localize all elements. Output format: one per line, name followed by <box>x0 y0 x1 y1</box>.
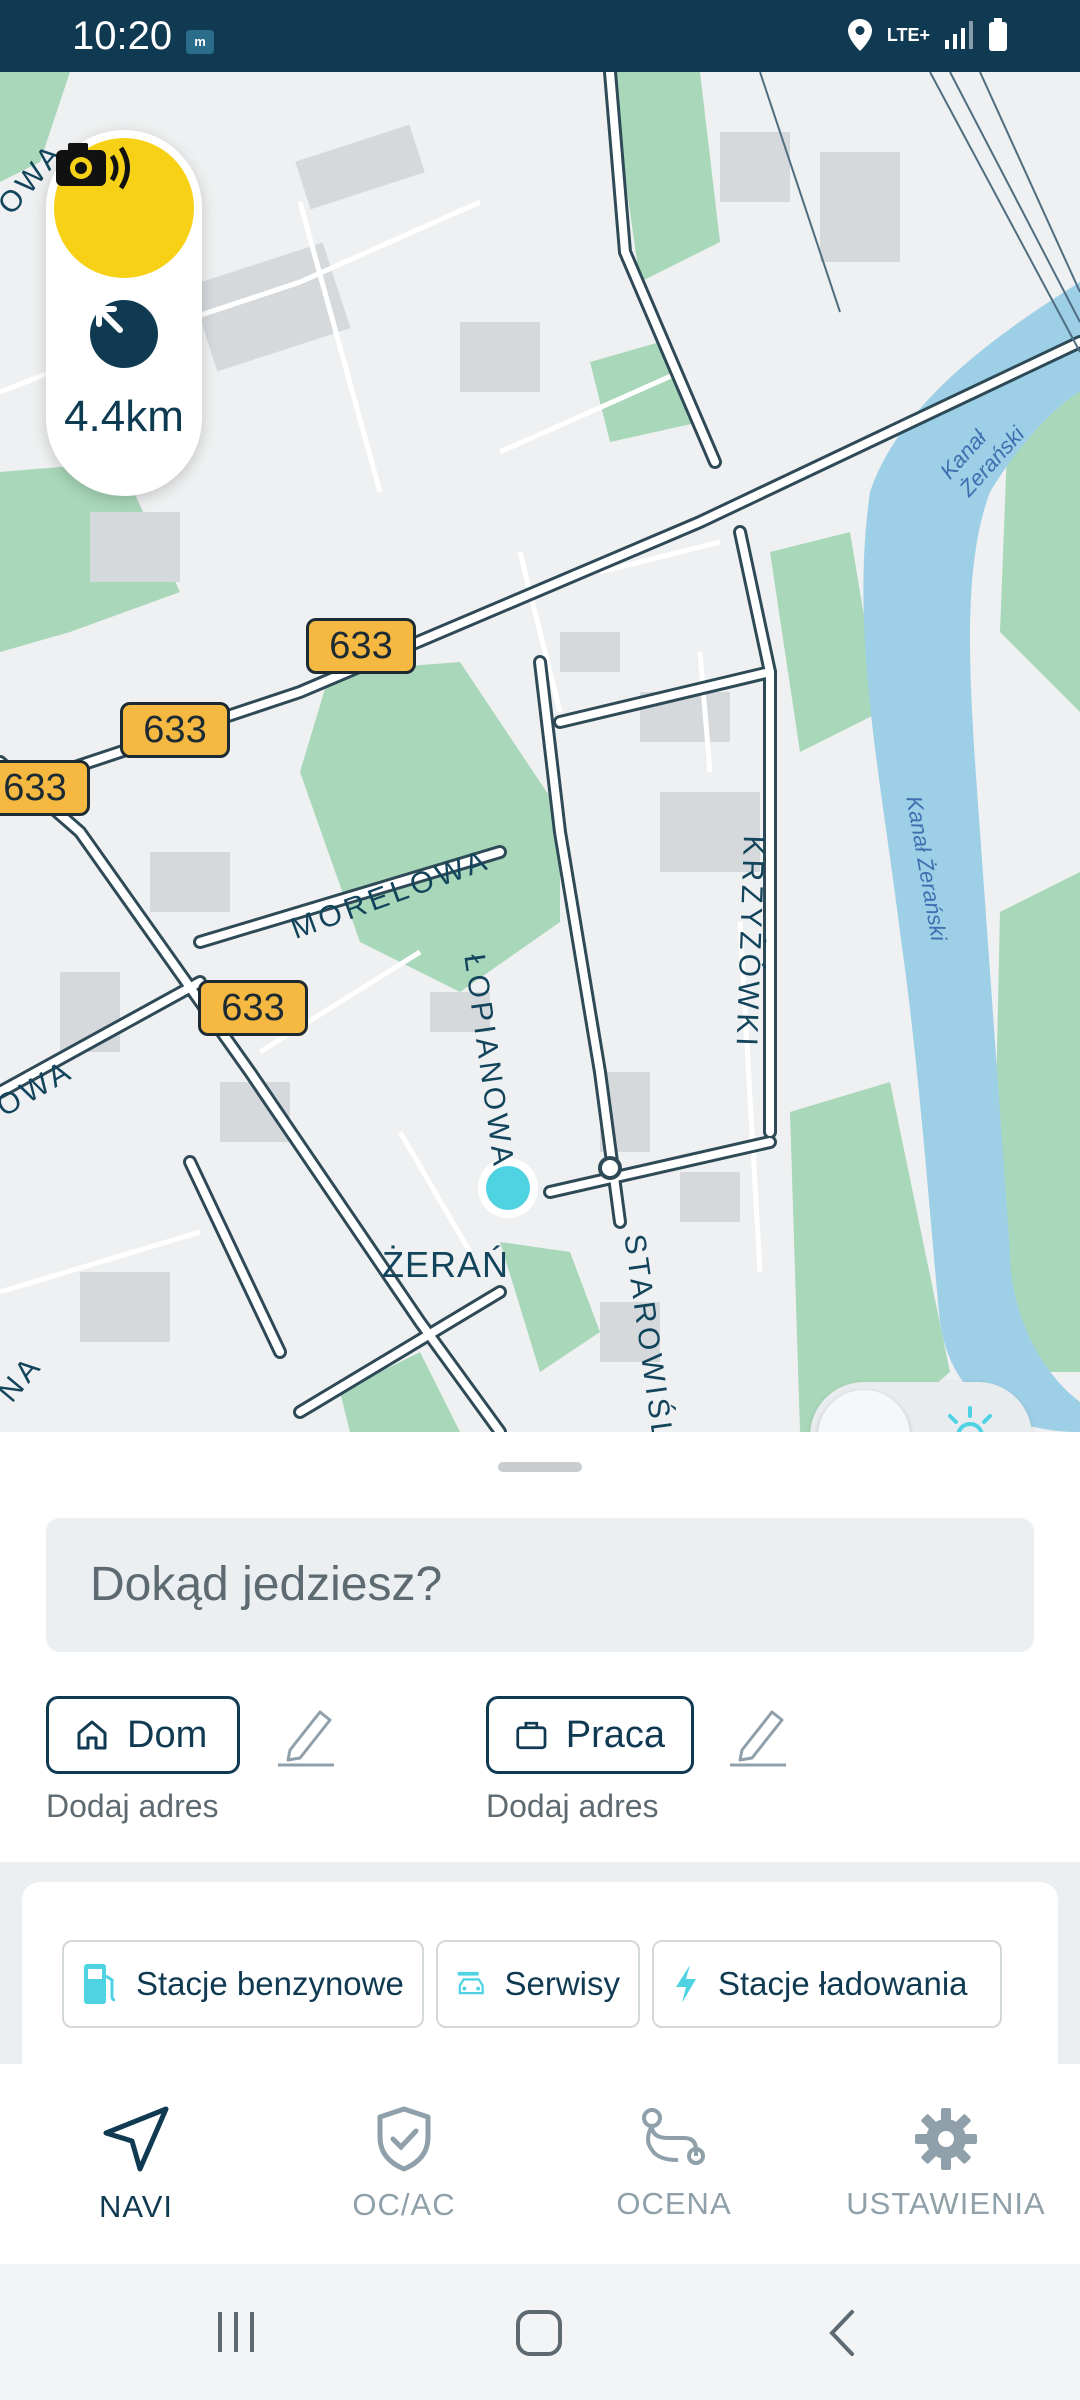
home-nav-icon[interactable] <box>514 2308 564 2358</box>
car-service-icon <box>457 1971 484 1995</box>
signal-icon <box>945 21 973 49</box>
charging-stations-label: Stacje ładowania <box>718 1965 968 2002</box>
destination-search-input[interactable]: Dokąd jedziesz? <box>46 1518 1034 1652</box>
camera-distance: 4.4km <box>64 392 184 441</box>
status-time: 10:20 <box>72 14 173 58</box>
search-sheet: Dokąd jedziesz? Dom Dodaj adres Praca Do… <box>0 1432 1080 1862</box>
nav-tab-navi[interactable]: NAVI <box>48 2064 224 2264</box>
speed-camera-widget[interactable]: 4.4km <box>46 130 202 496</box>
briefcase-icon <box>516 1721 547 1750</box>
nav-label-ustawienia: USTAWIENIA <box>846 2186 1046 2221</box>
map-view[interactable]: 633 633 633 633 MORELOWA ŁOPIANOWA KRZYŻ… <box>0 72 1080 1432</box>
home-favorite-button[interactable]: Dom <box>46 1696 240 1774</box>
recent-apps-icon[interactable] <box>214 2308 258 2356</box>
sheet-drag-handle[interactable] <box>498 1462 582 1472</box>
fuel-stations-chip[interactable]: Stacje benzynowe <box>62 1940 424 2028</box>
lightning-icon <box>676 1965 696 2003</box>
status-bar: 10:20 m LTE+ <box>0 0 1080 72</box>
nav-tab-ocac[interactable]: OC/AC <box>316 2064 492 2264</box>
shield-check-icon <box>377 2106 431 2172</box>
home-icon <box>77 1720 107 1750</box>
nav-label-ocena: OCENA <box>616 2186 732 2221</box>
work-subtitle: Dodaj adres <box>486 1788 659 1824</box>
status-icons: LTE+ <box>847 18 1008 52</box>
edit-home-pencil-icon[interactable] <box>276 1702 338 1768</box>
route-icon <box>642 2108 705 2165</box>
district-label: ŻERAŃ <box>382 1244 510 1285</box>
speed-camera-icon <box>56 143 130 190</box>
nav-label-navi: NAVI <box>98 2189 174 2224</box>
road-number-badge: 633 <box>306 618 416 674</box>
fuel-pump-icon <box>84 1964 116 2004</box>
speed-camera-button[interactable] <box>54 138 194 278</box>
road-number-badge: 633 <box>120 702 230 758</box>
work-favorite-button[interactable]: Praca <box>486 1696 694 1774</box>
back-icon[interactable] <box>822 2308 862 2358</box>
location-icon <box>847 19 872 51</box>
battery-icon <box>989 18 1007 51</box>
services-chip[interactable]: Serwisy <box>436 1940 640 2028</box>
fuel-stations-label: Stacje benzynowe <box>136 1965 404 2002</box>
system-navigation-bar <box>0 2264 1080 2400</box>
nav-tab-ustawienia[interactable]: USTAWIENIA <box>836 2064 1056 2264</box>
nav-label-ocac: OC/AC <box>352 2187 456 2222</box>
road-number-badge: 633 <box>198 980 308 1036</box>
road-number-badge: 633 <box>0 760 90 816</box>
home-subtitle: Dodaj adres <box>46 1788 219 1824</box>
charging-stations-chip[interactable]: Stacje ładowania <box>652 1940 1002 2028</box>
network-type: LTE+ <box>886 25 930 45</box>
direction-arrow-icon <box>90 300 158 368</box>
notification-badge: m <box>186 30 214 54</box>
home-label: Dom <box>127 1713 208 1756</box>
nav-tab-ocena[interactable]: OCENA <box>586 2064 762 2264</box>
services-label: Serwisy <box>504 1965 620 2002</box>
work-label: Praca <box>565 1713 665 1756</box>
gear-icon <box>915 2108 977 2170</box>
edit-work-pencil-icon[interactable] <box>728 1702 790 1768</box>
navigation-arrow-icon <box>103 2106 169 2172</box>
bottom-navigation: NAVI OC/AC OCENA USTAWIENIA <box>0 2064 1080 2264</box>
